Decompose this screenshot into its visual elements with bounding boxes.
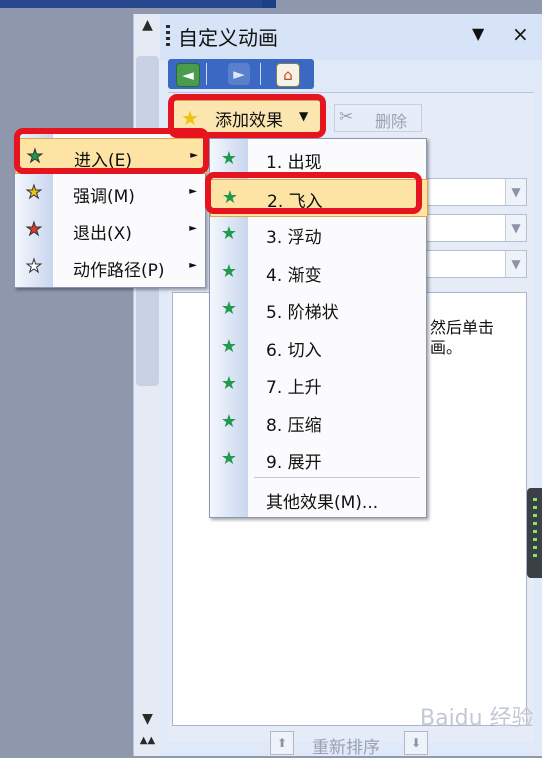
remove-icon: ✂ xyxy=(339,107,354,127)
entrance-effect-item[interactable]: ★ 6. 切入 xyxy=(210,329,426,365)
scroll-down-arrow-icon[interactable]: ▼ xyxy=(134,708,161,730)
entrance-effect-star-icon: ★ xyxy=(220,335,238,357)
entrance-effect-star-icon: ★ xyxy=(220,260,238,282)
prev-slide-icon[interactable]: ▲▲ xyxy=(134,730,161,752)
entrance-effect-star-icon: ★ xyxy=(220,410,238,432)
animation-hint-text: 然后单击 画。 xyxy=(430,318,495,357)
entrance-effect-star-icon: ★ xyxy=(220,298,238,319)
pane-grip-icon[interactable] xyxy=(166,25,170,47)
top-toolbar-strip xyxy=(0,0,270,8)
move-up-icon[interactable]: ⬆ xyxy=(270,731,294,755)
dropdown-arrow-icon: ▼ xyxy=(505,215,526,241)
toolbar-dropdown-button[interactable] xyxy=(262,0,276,8)
entrance-effect-label: 6. 切入 xyxy=(266,340,322,361)
pane-menu-dropdown-icon[interactable]: ▼ xyxy=(472,24,484,43)
entrance-effect-item[interactable]: ★ 5. 阶梯状 xyxy=(210,291,426,327)
pane-title: 自定义动画 xyxy=(178,26,278,50)
entrance-effect-label: 1. 出现 xyxy=(266,153,322,173)
menu-divider xyxy=(254,477,420,478)
start-dropdown[interactable]: ▼ xyxy=(425,178,527,206)
entrance-effect-item[interactable]: ★ 8. 压缩 xyxy=(210,404,426,440)
submenu-arrow-icon: ► xyxy=(189,223,197,234)
scroll-up-arrow-icon[interactable]: ▲ xyxy=(134,14,161,36)
submenu-arrow-icon: ► xyxy=(189,260,197,271)
exit-star-icon: ★ xyxy=(25,219,43,241)
side-level-gauge xyxy=(527,488,542,578)
back-arrow-icon[interactable]: ◄ xyxy=(176,63,200,87)
remove-label: 删除 xyxy=(375,112,408,131)
slide-area xyxy=(0,0,133,756)
entrance-effect-label: 7. 上升 xyxy=(266,378,322,398)
entrance-effect-label: 9. 展开 xyxy=(266,453,322,473)
effect-menu-label: 退出(X) xyxy=(73,224,132,244)
move-down-icon[interactable]: ⬇ xyxy=(404,731,428,755)
slide-scrollbar[interactable]: ▲ ▼ ▲▲ xyxy=(133,14,161,756)
more-effects-item[interactable]: 其他效果(M)... xyxy=(210,481,426,517)
entrance-effect-item[interactable]: ★ 4. 渐变 xyxy=(210,254,426,290)
effect-menu-item[interactable]: ★ 动作路径(P) ► xyxy=(15,249,205,283)
watermark: Baidu 经验 xyxy=(420,706,534,731)
annotation-highlight-entrance xyxy=(14,128,209,174)
effect-menu-label: 动作路径(P) xyxy=(73,261,165,281)
entrance-effect-label: 8. 压缩 xyxy=(266,415,322,436)
remove-button[interactable]: ✂ 删除 xyxy=(334,104,422,132)
entrance-effect-item[interactable]: ★ 7. 上升 xyxy=(210,366,426,402)
pane-divider xyxy=(168,92,534,93)
home-icon[interactable]: ⌂ xyxy=(276,63,300,87)
effect-menu-item[interactable]: ★ 退出(X) ► xyxy=(15,212,205,246)
submenu-arrow-icon: ► xyxy=(189,186,197,197)
annotation-highlight-fly-in xyxy=(205,172,422,214)
reorder-label: 重新排序 xyxy=(312,738,380,758)
entrance-effect-star-icon: ★ xyxy=(220,373,238,394)
speed-dropdown[interactable]: ▼ xyxy=(425,250,527,278)
dropdown-arrow-icon: ▼ xyxy=(505,251,526,277)
entrance-effect-item[interactable]: ★ 3. 浮动 xyxy=(210,216,426,252)
pane-nav-bar: ◄ ► ⌂ xyxy=(168,59,314,89)
entrance-effect-star-icon: ★ xyxy=(220,148,238,169)
motion-path-star-icon: ★ xyxy=(25,256,43,278)
entrance-effect-label: 5. 阶梯状 xyxy=(266,303,339,323)
property-dropdown[interactable]: ▼ xyxy=(425,214,527,242)
forward-arrow-icon[interactable]: ► xyxy=(228,63,250,85)
entrance-effect-star-icon: ★ xyxy=(220,223,238,244)
emphasis-star-icon: ★ xyxy=(25,182,43,204)
pane-close-icon[interactable]: × xyxy=(512,22,529,46)
entrance-effect-label: 3. 浮动 xyxy=(266,228,322,248)
effect-menu-item[interactable]: ★ 强调(M) ► xyxy=(15,175,205,209)
effect-menu-label: 强调(M) xyxy=(73,187,135,207)
entrance-effect-star-icon: ★ xyxy=(220,448,238,469)
entrance-effect-label: 4. 渐变 xyxy=(266,265,322,286)
entrance-effect-item[interactable]: ★ 9. 展开 xyxy=(210,441,426,477)
dropdown-arrow-icon: ▼ xyxy=(505,179,526,205)
